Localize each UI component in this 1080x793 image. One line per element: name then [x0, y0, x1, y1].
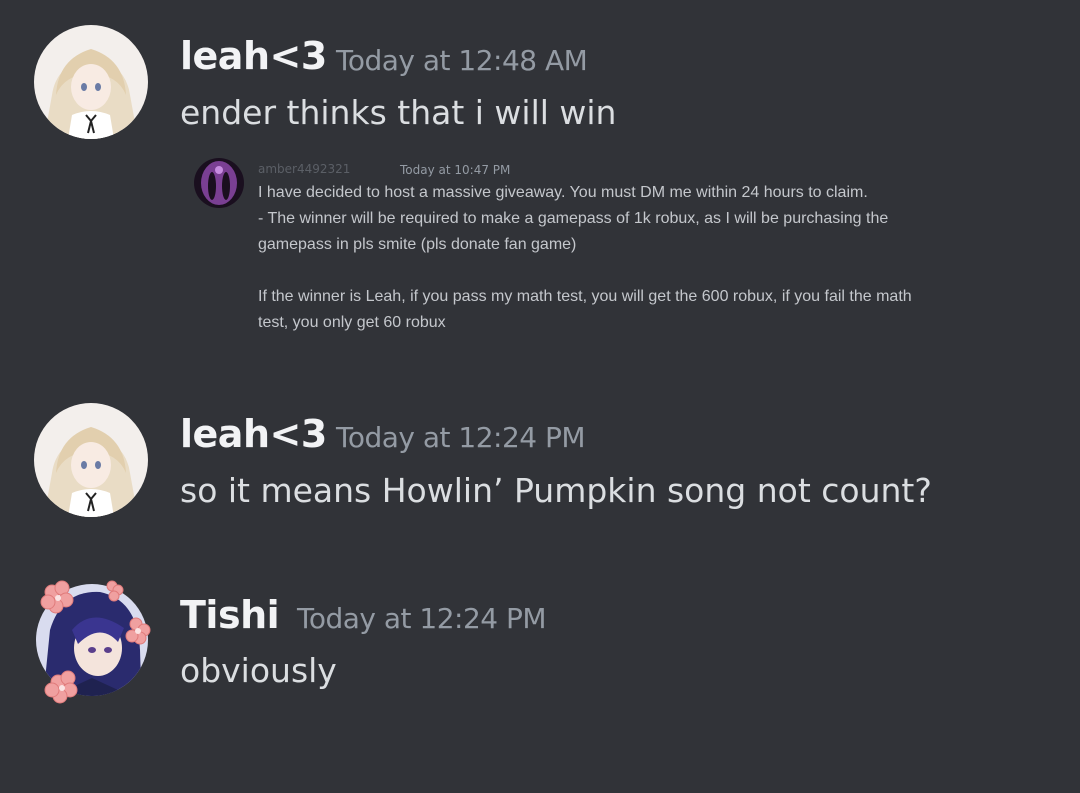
- user-avatar-leah[interactable]: [34, 403, 148, 517]
- user-avatar-leah[interactable]: [34, 25, 148, 139]
- embed-avatar: [194, 158, 244, 208]
- embed-avatar-image: [194, 158, 244, 208]
- embed-line: test, you only get 60 robux: [258, 314, 446, 331]
- message-timestamp: Today at 12:48 AM: [336, 44, 588, 77]
- avatar-image: [34, 25, 148, 139]
- message-text: ender thinks that i will win: [180, 93, 617, 132]
- embed-author: amber4492321: [258, 162, 351, 176]
- message-author[interactable]: leah<3: [180, 412, 327, 456]
- message-text: obviously: [180, 651, 337, 690]
- message-timestamp: Today at 12:24 PM: [297, 602, 547, 635]
- message-timestamp: Today at 12:24 PM: [336, 421, 586, 454]
- embedded-message[interactable]: amber4492321 Today at 10:47 PM I have de…: [194, 158, 1054, 344]
- message-author[interactable]: Tishi: [180, 593, 280, 637]
- avatar-image: [36, 580, 151, 704]
- embed-line: If the winner is Leah, if you pass my ma…: [258, 288, 912, 305]
- embed-line: gamepass in pls smite (pls donate fan ga…: [258, 236, 577, 253]
- message-text: so it means Howlin’ Pumpkin song not cou…: [180, 471, 932, 510]
- embed-line: I have decided to host a massive giveawa…: [258, 184, 868, 201]
- embed-line: - The winner will be required to make a …: [258, 210, 889, 227]
- embed-timestamp: Today at 10:47 PM: [400, 163, 511, 177]
- message-author[interactable]: leah<3: [180, 34, 327, 78]
- user-avatar-tishi[interactable]: [22, 570, 162, 710]
- avatar-image: [34, 403, 148, 517]
